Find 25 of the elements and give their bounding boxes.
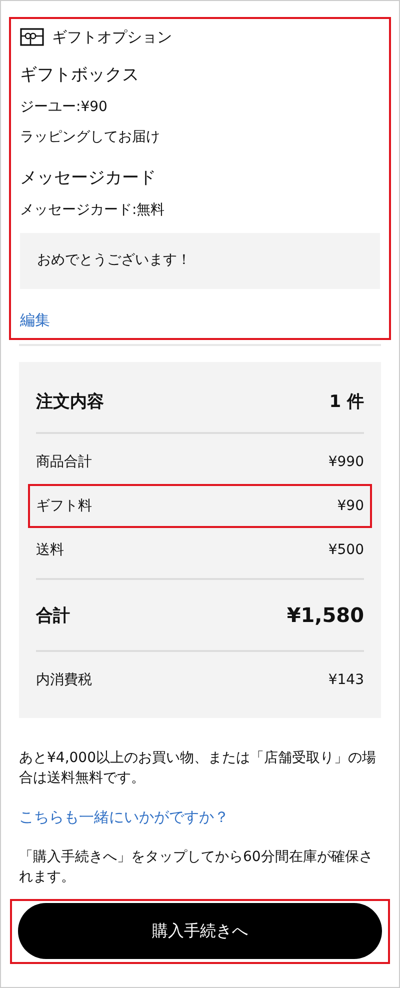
gift-box-heading: ギフトボックス: [20, 64, 140, 86]
message-box: おめでとうございます！: [20, 233, 380, 289]
row-label: 商品合計: [36, 453, 92, 471]
row-label: 内消費税: [36, 671, 92, 689]
row-label: 合計: [36, 604, 70, 626]
suggestion-link[interactable]: こちらも一緒にいかがですか？: [19, 808, 229, 827]
row-value: ¥90: [337, 498, 364, 514]
gift-card-icon: [20, 28, 44, 46]
row-label: 送料: [36, 541, 64, 559]
edit-link[interactable]: 編集: [20, 311, 50, 330]
row-label: ギフト料: [36, 497, 92, 515]
message-card-heading: メッセージカード: [20, 167, 157, 189]
row-value: ¥990: [328, 454, 364, 470]
stock-note: 「購入手続きへ」をタップしてから60分間在庫が確保されます。: [19, 848, 374, 887]
row-value: ¥143: [328, 672, 364, 688]
checkout-button[interactable]: 購入手続きへ: [18, 903, 382, 959]
section-title: ギフトオプション: [52, 28, 172, 46]
summary-title: 注文内容: [36, 390, 104, 412]
item-count: 1 件: [329, 390, 364, 412]
row-value: ¥1,580: [286, 603, 364, 627]
message-card-detail: メッセージカード:無料: [20, 201, 166, 219]
row-value: ¥500: [328, 542, 364, 558]
shipping-note: あと¥4,000以上のお買い物、または「店舗受取り」の場合は送料無料です。: [19, 749, 377, 788]
gift-box-detail: ジーユー:¥90: [20, 98, 108, 116]
gift-box-detail: ラッピングしてお届け: [20, 128, 161, 146]
